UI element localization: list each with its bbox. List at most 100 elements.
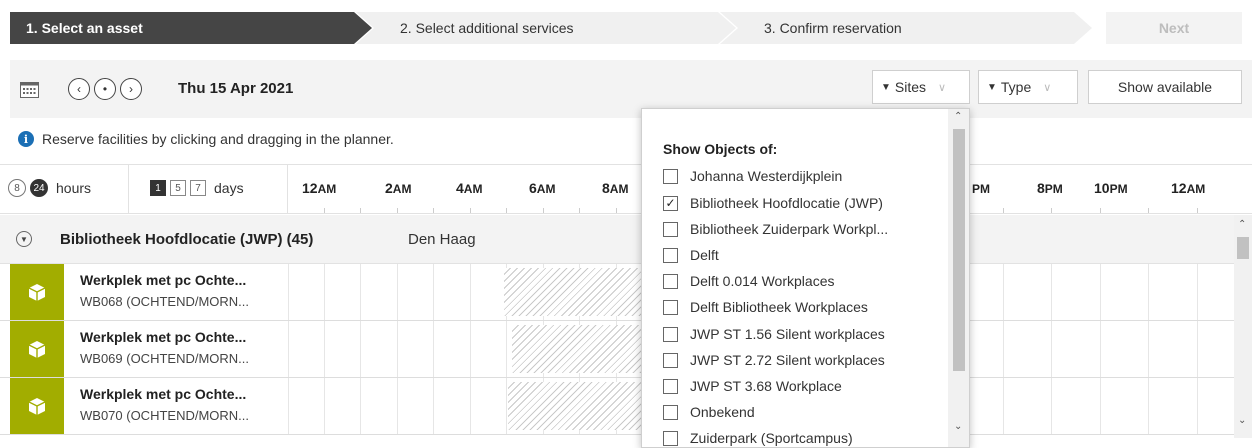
step-select-asset[interactable]: 1. Select an asset (10, 12, 372, 44)
planner-header: 8 24 hours 1 5 7 days 12AM 2AM 4AM 6AM 8… (0, 164, 1252, 214)
site-option[interactable]: Delft 0.014 Workplaces (663, 270, 834, 292)
planner-toolbar: ‹ • › Thu 15 Apr 2021 ▼ Sites ∨ ▼ Type ∨… (10, 60, 1252, 118)
site-option[interactable]: Delft (663, 244, 719, 266)
chevron-down-icon: ∨ (938, 81, 947, 94)
site-option[interactable]: JWP ST 2.72 Silent workplaces (663, 349, 885, 371)
hour-tick (360, 208, 361, 213)
planner-scrollbar[interactable]: ⌃ ⌄ (1234, 215, 1252, 438)
hour-label: 6AM (529, 180, 556, 196)
site-option[interactable]: JWP ST 1.56 Silent workplaces (663, 323, 885, 345)
info-message: i Reserve facilities by clicking and dra… (18, 131, 394, 147)
checkbox[interactable] (663, 221, 678, 237)
site-option[interactable]: Delft Bibliotheek Workplaces (663, 296, 868, 318)
hour-tick (1051, 208, 1052, 213)
checkbox[interactable]: ✓ (663, 195, 678, 211)
hour-tick (1003, 208, 1004, 213)
unavailable-block (512, 325, 644, 373)
zoom-8-hours[interactable]: 8 (8, 179, 26, 197)
group-city: Den Haag (408, 231, 476, 248)
hour-tick (397, 208, 398, 213)
scroll-up-icon[interactable]: ⌃ (954, 111, 962, 122)
group-header[interactable]: ▼ Bibliotheek Hoofdlocatie (JWP) (45) De… (0, 215, 1234, 264)
hour-label: 8PM (1037, 180, 1063, 196)
checkbox[interactable] (663, 299, 678, 315)
sites-filter-button[interactable]: ▼ Sites ∨ (872, 70, 970, 104)
hour-tick (616, 208, 617, 213)
info-icon: i (18, 131, 34, 147)
checkbox[interactable] (663, 352, 678, 368)
site-option[interactable]: Onbekend (663, 401, 755, 423)
step-additional-services[interactable]: 2. Select additional services (356, 12, 736, 44)
type-filter-button[interactable]: ▼ Type ∨ (978, 70, 1078, 104)
group-name: Bibliotheek Hoofdlocatie (JWP) (45) (60, 231, 314, 248)
site-option[interactable]: JWP ST 3.68 Workplace (663, 375, 842, 397)
calendar-icon[interactable] (20, 80, 39, 98)
wizard-steps: 1. Select an asset 2. Select additional … (0, 0, 1252, 56)
unavailable-block (504, 268, 644, 316)
step-confirm-reservation[interactable]: 3. Confirm reservation (720, 12, 1092, 44)
filter-icon: ▼ (987, 81, 997, 93)
sites-filter-label: Sites (894, 79, 927, 95)
checkbox[interactable] (663, 273, 678, 289)
type-filter-label: Type (1000, 79, 1032, 95)
current-date: Thu 15 Apr 2021 (178, 80, 294, 97)
info-text: Reserve facilities by clicking and dragg… (42, 131, 394, 147)
site-option[interactable]: Bibliotheek Zuiderpark Workpl... (663, 218, 888, 240)
checkbox[interactable] (663, 430, 678, 446)
hour-label: PM (972, 182, 990, 196)
resource-code: WB069 (OCHTEND/MORN... (80, 351, 250, 366)
resource-title[interactable]: Werkplek met pc Ochte... (80, 386, 246, 402)
table-row: Werkplek met pc Ochte... WB069 (OCHTEND/… (0, 321, 1234, 378)
cube-icon (10, 264, 64, 320)
hour-label: 4AM (456, 180, 483, 196)
chevron-down-icon: ∨ (1043, 81, 1052, 94)
checkbox[interactable] (663, 247, 678, 263)
days-5-option[interactable]: 5 (170, 180, 186, 196)
cube-icon (10, 321, 64, 377)
dropdown-title: Show Objects of: (663, 141, 778, 157)
hours-zoom-selector: 8 24 hours (8, 179, 91, 197)
scrollbar-thumb[interactable] (953, 129, 965, 371)
resource-title[interactable]: Werkplek met pc Ochte... (80, 272, 246, 288)
collapse-icon[interactable]: ▼ (16, 231, 32, 247)
hour-label: 10PM (1094, 180, 1128, 196)
show-available-button[interactable]: Show available (1088, 70, 1242, 104)
checkbox[interactable] (663, 378, 678, 394)
days-selector: 1 5 7 days (150, 180, 244, 196)
chevron-left-icon[interactable]: ‹ (68, 78, 90, 100)
resource-code: WB068 (OCHTEND/MORN... (80, 294, 250, 309)
divider (287, 165, 288, 213)
hours-label: hours (56, 180, 92, 196)
checkbox[interactable] (663, 168, 678, 184)
hour-tick (470, 208, 471, 213)
site-option[interactable]: ✓ Bibliotheek Hoofdlocatie (JWP) (663, 192, 883, 214)
hour-tick (506, 208, 507, 213)
checkbox[interactable] (663, 326, 678, 342)
hour-tick (433, 208, 434, 213)
resource-code: WB070 (OCHTEND/MORN... (80, 408, 250, 423)
days-7-option[interactable]: 7 (190, 180, 206, 196)
checkbox[interactable] (663, 404, 678, 420)
hour-tick (324, 208, 325, 213)
hour-tick (1197, 208, 1198, 213)
site-option[interactable]: Johanna Westerdijkplein (663, 165, 842, 187)
scroll-down-icon[interactable]: ⌄ (954, 421, 962, 432)
hour-label: 8AM (602, 180, 629, 196)
hour-label: 12AM (302, 180, 337, 196)
dropdown-scrollbar[interactable]: ⌃ ⌄ (948, 109, 969, 447)
scroll-up-icon[interactable]: ⌃ (1238, 219, 1246, 230)
dot-icon[interactable]: • (94, 78, 116, 100)
resource-title[interactable]: Werkplek met pc Ochte... (80, 329, 246, 345)
scrollbar-thumb[interactable] (1237, 237, 1249, 259)
zoom-24-hours[interactable]: 24 (30, 179, 48, 197)
filter-icon: ▼ (881, 81, 891, 93)
days-1-option[interactable]: 1 (150, 180, 166, 196)
next-button[interactable]: Next (1106, 12, 1242, 44)
scroll-down-icon[interactable]: ⌄ (1238, 415, 1246, 426)
cube-icon (10, 378, 64, 434)
divider (128, 165, 129, 213)
hour-label: 12AM (1171, 180, 1206, 196)
chevron-right-icon[interactable]: › (120, 78, 142, 100)
hour-tick (543, 208, 544, 213)
hour-tick (1100, 208, 1101, 213)
